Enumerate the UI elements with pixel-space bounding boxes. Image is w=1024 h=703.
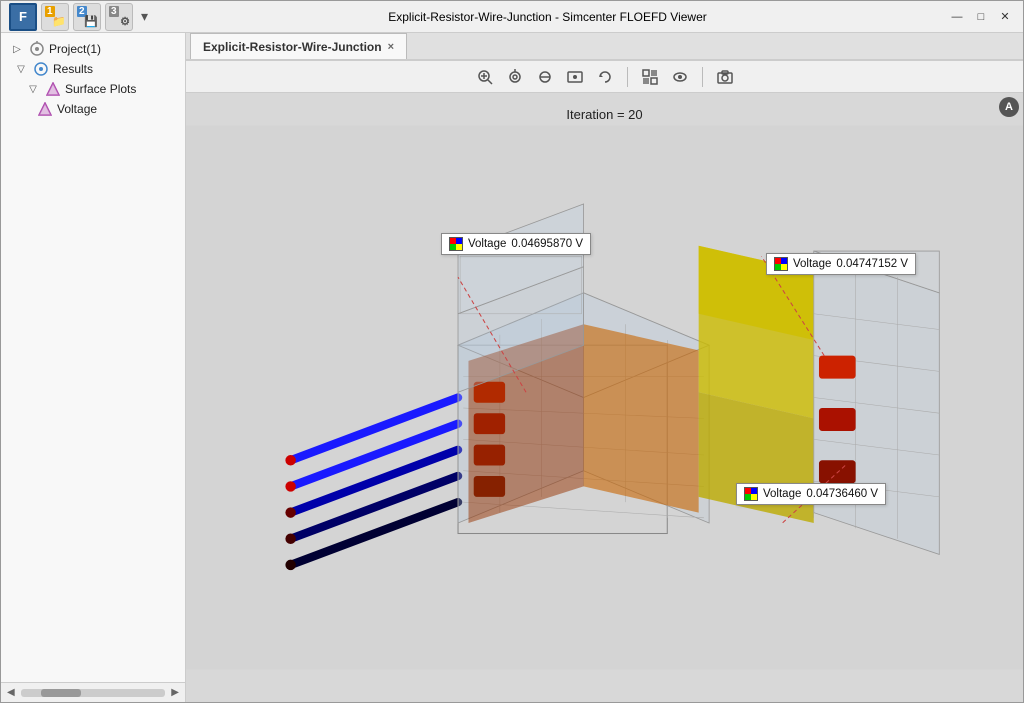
project-icon (29, 41, 45, 57)
toolbar-separator-2 (702, 67, 703, 87)
probe-label-2: Voltage 0.04747152 V (766, 253, 916, 275)
probe-1-value: 0.04695870 V (511, 238, 583, 250)
probe-2-value: 0.04747152 V (836, 258, 908, 270)
results-icon (33, 61, 49, 77)
probe-label-3: Voltage 0.04736460 V (736, 483, 886, 505)
probe-icon[interactable] (563, 65, 587, 89)
tab-label: Explicit-Resistor-Wire-Junction (203, 40, 382, 54)
close-button[interactable]: ✕ (995, 7, 1015, 27)
results-label: Results (53, 62, 93, 76)
eye-icon[interactable] (668, 65, 692, 89)
title-bar: F 1 📁 2 💾 3 ⚙ ▾ Explicit-Resistor-Wire-J… (1, 1, 1023, 33)
surface-plots-label: Surface Plots (65, 82, 136, 96)
probe-2-name: Voltage (793, 258, 831, 270)
tree-item-voltage[interactable]: Voltage (5, 99, 181, 119)
toolbar-separator (627, 67, 628, 87)
tree-item-surface-plots[interactable]: ▽ Surface Plots (5, 79, 181, 99)
snapshot-icon[interactable] (713, 65, 737, 89)
zoom-fit-icon[interactable] (473, 65, 497, 89)
toolbar-btn-2[interactable]: 2 💾 (73, 3, 101, 31)
maximize-button[interactable]: □ (971, 7, 991, 27)
surface-plots-icon (45, 81, 61, 97)
tree-scrollbar[interactable]: ◀ ▶ (1, 682, 185, 702)
probe-color-box-2 (774, 257, 788, 271)
display-mode-icon[interactable] (638, 65, 662, 89)
reset-icon[interactable] (593, 65, 617, 89)
main-content: ▷ Project(1) ▽ (1, 33, 1023, 702)
pan-icon[interactable] (533, 65, 557, 89)
toolbar-btn-3[interactable]: 3 ⚙ (105, 3, 133, 31)
toolbar-dropdown[interactable]: ▾ (141, 8, 148, 25)
rotate-icon[interactable] (503, 65, 527, 89)
viewer-toolbar (186, 61, 1023, 93)
probe-3-value: 0.04736460 V (806, 488, 878, 500)
probe-color-box-3 (744, 487, 758, 501)
scroll-left-arrow[interactable]: ◀ (5, 687, 17, 698)
probe-1-name: Voltage (468, 238, 506, 250)
scroll-right-arrow[interactable]: ▶ (169, 687, 181, 698)
collapse-icon: ▽ (13, 61, 29, 77)
voltage-icon (37, 101, 53, 117)
probe-color-box-1 (449, 237, 463, 251)
tree-view: ▷ Project(1) ▽ (1, 33, 185, 682)
tab-close-button[interactable]: × (388, 41, 394, 53)
expand-icon: ▷ (9, 41, 25, 57)
project-label: Project(1) (49, 42, 101, 56)
scroll-thumb[interactable] (21, 689, 166, 697)
toolbar-btn-1[interactable]: 1 📁 (41, 3, 69, 31)
probe-label-1: Voltage 0.04695870 V (441, 233, 591, 255)
3d-visualization (186, 93, 1023, 702)
voltage-label: Voltage (57, 102, 97, 116)
viewport: A Iteration = 20 0.05000000 0.04750000 0… (186, 93, 1023, 702)
probe-3-name: Voltage (763, 488, 801, 500)
tree-item-project[interactable]: ▷ Project(1) (5, 39, 181, 59)
title-bar-left: F 1 📁 2 💾 3 ⚙ ▾ (9, 3, 148, 31)
tab-bar: Explicit-Resistor-Wire-Junction × (186, 33, 1023, 61)
left-panel: ▷ Project(1) ▽ (1, 33, 186, 702)
minimize-button[interactable]: — (947, 7, 967, 27)
tree-item-results[interactable]: ▽ Results (5, 59, 181, 79)
main-window: F 1 📁 2 💾 3 ⚙ ▾ Explicit-Resistor-Wire-J… (0, 0, 1024, 703)
collapse-icon-2: ▽ (25, 81, 41, 97)
window-title: Explicit-Resistor-Wire-Junction - Simcen… (148, 10, 947, 24)
app-icon: F (9, 3, 37, 31)
right-panel: Explicit-Resistor-Wire-Junction × (186, 33, 1023, 702)
window-controls: — □ ✕ (947, 7, 1015, 27)
tab-main[interactable]: Explicit-Resistor-Wire-Junction × (190, 33, 407, 59)
